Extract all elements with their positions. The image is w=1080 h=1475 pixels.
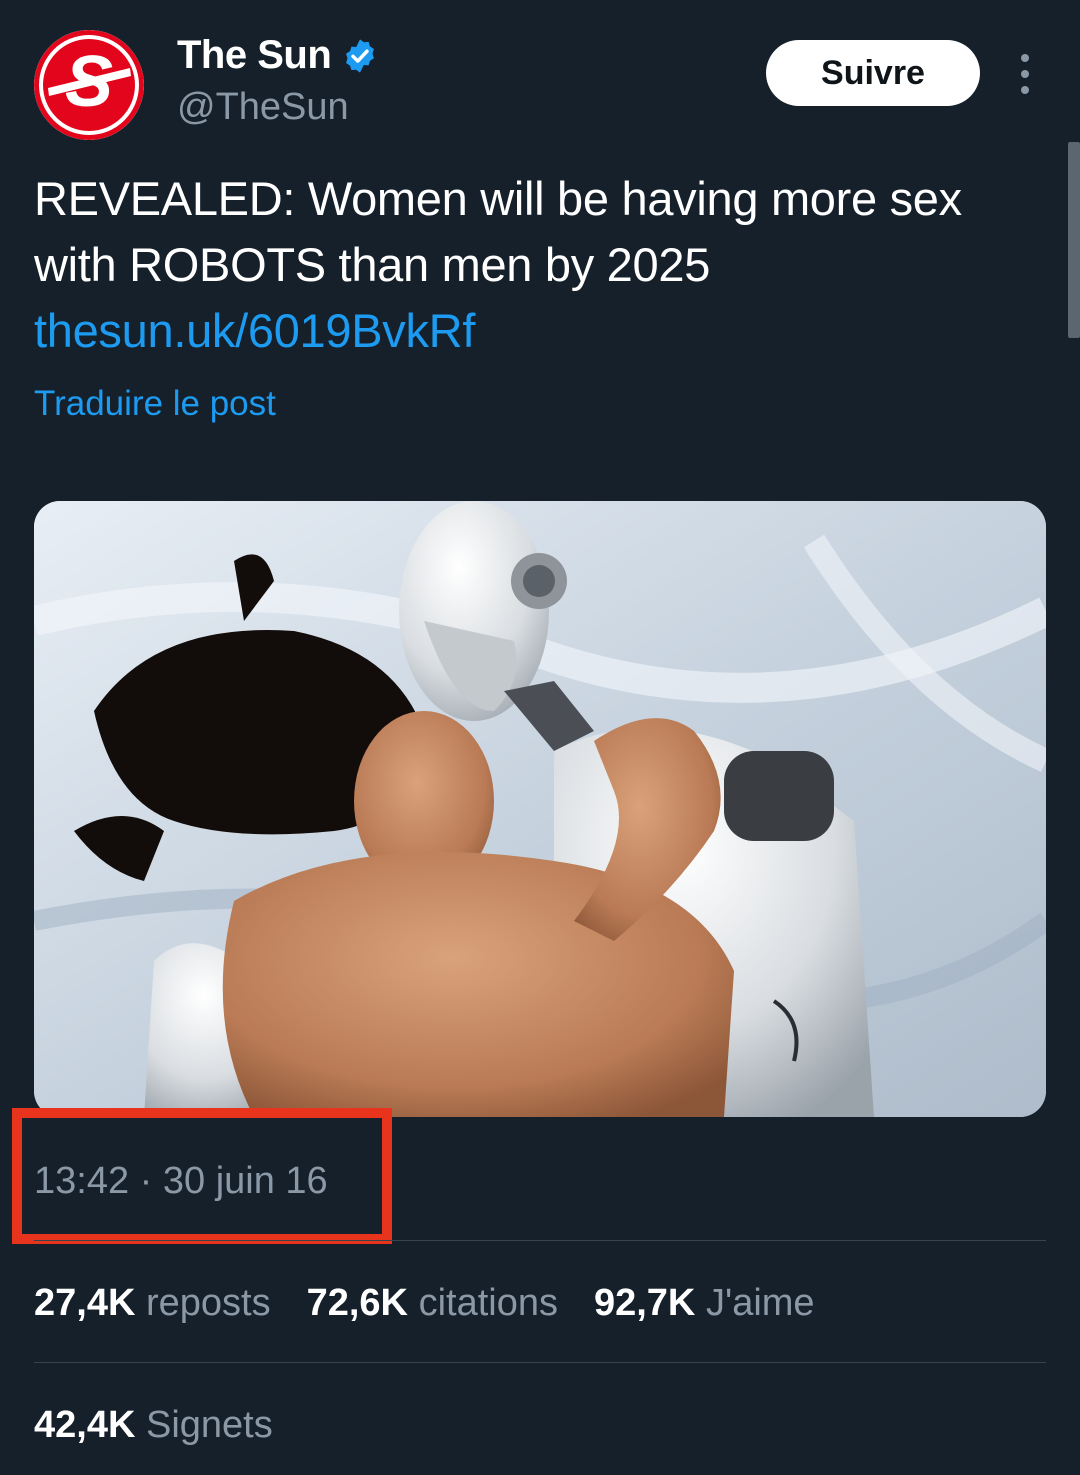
stat-count: 42,4K	[34, 1404, 136, 1446]
author-name-row: The Sun	[177, 33, 379, 78]
stat-label: citations	[418, 1282, 558, 1324]
divider	[34, 1362, 1046, 1363]
scrollbar[interactable]	[1068, 142, 1080, 338]
follow-button[interactable]: Suivre	[766, 40, 980, 106]
more-options-icon[interactable]	[1010, 54, 1040, 94]
divider	[34, 1240, 1046, 1241]
stat-quotes[interactable]: 72,6K citations	[307, 1282, 558, 1325]
stat-label: J'aime	[705, 1282, 815, 1324]
author-avatar[interactable]: S	[34, 30, 144, 140]
stat-likes[interactable]: 92,7K J'aime	[594, 1282, 815, 1325]
timestamp-highlight-box	[12, 1108, 392, 1244]
stat-reposts[interactable]: 27,4K reposts	[34, 1282, 271, 1325]
stat-count: 72,6K	[306, 1282, 408, 1324]
tweet-media-image[interactable]	[34, 501, 1046, 1117]
avatar-letter: S	[65, 42, 113, 122]
author-display-name[interactable]: The Sun	[177, 33, 332, 78]
stat-count: 27,4K	[34, 1282, 136, 1324]
tweet-body: REVEALED: Women will be having more sex …	[34, 172, 962, 291]
tweet-link[interactable]: thesun.uk/6019BvkRf	[34, 304, 475, 357]
verified-badge-icon	[346, 38, 375, 73]
tweet-detail-view: S The Sun @TheSun Suivre REVEALED: Women…	[0, 0, 1080, 1475]
author-handle[interactable]: @TheSun	[177, 86, 349, 129]
stat-count: 92,7K	[593, 1282, 696, 1324]
the-sun-logo: S	[34, 30, 144, 140]
translate-post-link[interactable]: Traduire le post	[34, 384, 276, 424]
photo-woman-and-robot	[34, 501, 1046, 1117]
stat-label: Signets	[145, 1404, 273, 1446]
engagement-stats: 27,4K reposts 72,6K citations 92,7K J'ai…	[34, 1282, 815, 1325]
stat-label: reposts	[145, 1282, 271, 1324]
stat-bookmarks[interactable]: 42,4K Signets	[34, 1404, 273, 1447]
tweet-text: REVEALED: Women will be having more sex …	[34, 166, 1044, 364]
